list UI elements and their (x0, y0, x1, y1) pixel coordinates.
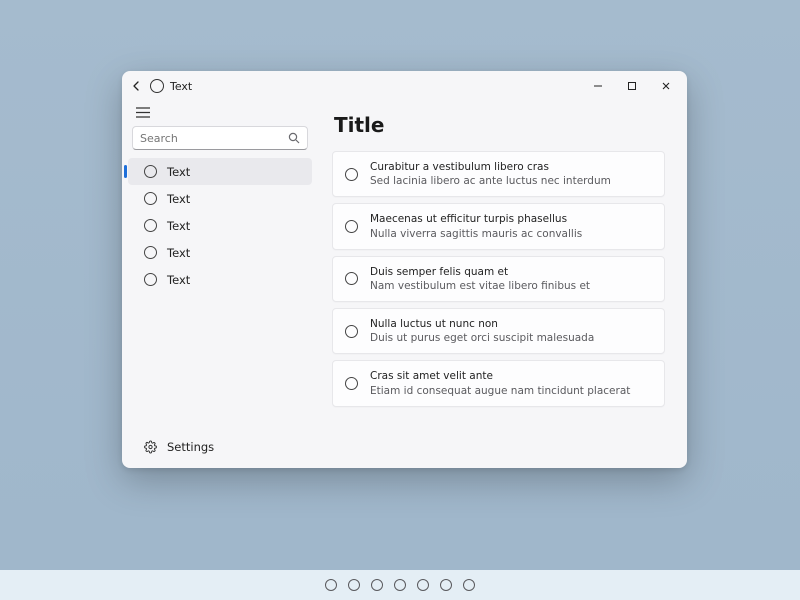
sidebar: Text Text Text Text Text (122, 101, 318, 468)
pager-dot[interactable] (394, 579, 406, 591)
card-secondary: Nulla viverra sagittis mauris ac convall… (370, 227, 582, 241)
pager-dot[interactable] (417, 579, 429, 591)
window-title: Text (170, 80, 192, 93)
card-text: Curabitur a vestibulum libero crasSed la… (370, 160, 611, 188)
nav-item[interactable]: Text (128, 239, 312, 266)
nav-item[interactable]: Text (128, 212, 312, 239)
card-primary: Maecenas ut efficitur turpis phasellus (370, 212, 582, 226)
card-secondary: Etiam id consequat augue nam tincidunt p… (370, 384, 630, 398)
nav-item-label: Settings (167, 440, 214, 454)
card-secondary: Nam vestibulum est vitae libero finibus … (370, 279, 590, 293)
circle-icon (144, 246, 157, 259)
close-button[interactable] (649, 71, 683, 101)
circle-icon (345, 220, 358, 233)
nav-item-label: Text (167, 219, 190, 233)
nav-item-label: Text (167, 192, 190, 206)
list-card[interactable]: Cras sit amet velit anteEtiam id consequ… (332, 360, 665, 406)
nav-item-settings[interactable]: Settings (128, 433, 312, 460)
pager-dot[interactable] (348, 579, 360, 591)
nav-item-label: Text (167, 246, 190, 260)
gear-icon (144, 440, 157, 453)
minimize-button[interactable] (581, 71, 615, 101)
card-secondary: Sed lacinia libero ac ante luctus nec in… (370, 174, 611, 188)
pager-dot[interactable] (463, 579, 475, 591)
search-input[interactable] (140, 132, 288, 145)
card-primary: Cras sit amet velit ante (370, 369, 630, 383)
card-text: Maecenas ut efficitur turpis phasellusNu… (370, 212, 582, 240)
search-icon (288, 132, 300, 144)
menu-button[interactable] (122, 101, 318, 122)
circle-icon (144, 165, 157, 178)
circle-icon (345, 325, 358, 338)
circle-icon (144, 273, 157, 286)
maximize-button[interactable] (615, 71, 649, 101)
circle-icon (345, 272, 358, 285)
nav-item[interactable]: Text (128, 266, 312, 293)
list-card[interactable]: Nulla luctus ut nunc nonDuis ut purus eg… (332, 308, 665, 354)
card-secondary: Duis ut purus eget orci suscipit malesua… (370, 331, 594, 345)
search-box[interactable] (132, 126, 308, 150)
card-primary: Curabitur a vestibulum libero cras (370, 160, 611, 174)
nav-item[interactable]: Text (128, 185, 312, 212)
nav-item-label: Text (167, 273, 190, 287)
content-area: Title Curabitur a vestibulum libero cras… (318, 101, 687, 468)
circle-icon (144, 192, 157, 205)
list-card[interactable]: Duis semper felis quam etNam vestibulum … (332, 256, 665, 302)
card-text: Duis semper felis quam etNam vestibulum … (370, 265, 590, 293)
pager-dot[interactable] (325, 579, 337, 591)
list-card[interactable]: Maecenas ut efficitur turpis phasellusNu… (332, 203, 665, 249)
list-card[interactable]: Curabitur a vestibulum libero crasSed la… (332, 151, 665, 197)
app-icon (150, 79, 164, 93)
nav-list: Text Text Text Text Text (122, 156, 318, 293)
titlebar: Text (122, 71, 687, 101)
circle-icon (345, 168, 358, 181)
nav-item-label: Text (167, 165, 190, 179)
card-primary: Duis semper felis quam et (370, 265, 590, 279)
circle-icon (345, 377, 358, 390)
pager-bar (0, 570, 800, 600)
card-text: Cras sit amet velit anteEtiam id consequ… (370, 369, 630, 397)
pager-dot[interactable] (371, 579, 383, 591)
card-primary: Nulla luctus ut nunc non (370, 317, 594, 331)
page-title: Title (334, 113, 665, 137)
back-button[interactable] (126, 80, 148, 92)
circle-icon (144, 219, 157, 232)
pager-dot[interactable] (440, 579, 452, 591)
nav-item[interactable]: Text (128, 158, 312, 185)
card-text: Nulla luctus ut nunc nonDuis ut purus eg… (370, 317, 594, 345)
app-window: Text Text (122, 71, 687, 468)
